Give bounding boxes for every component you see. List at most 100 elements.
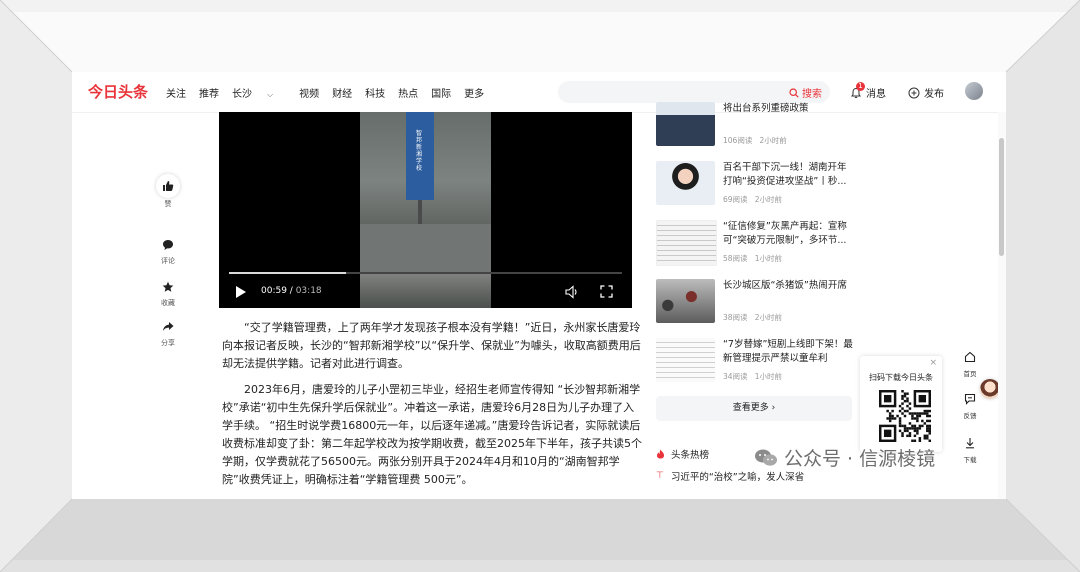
news-thumbnail — [656, 338, 715, 382]
news-meta: 69阅读 2小时前 — [723, 194, 782, 205]
news-meta: 58阅读 1小时前 — [723, 253, 782, 264]
home-icon — [964, 351, 976, 363]
news-title: 将出台系列重磅政策 — [723, 103, 809, 114]
video-progress-bar[interactable] — [229, 272, 622, 274]
news-title: 百名干部下沉一线！湖南开年打响“投资促进攻坚战”丨秒... — [723, 162, 847, 187]
feedback-icon — [964, 393, 976, 405]
scrollbar-thumb[interactable] — [999, 138, 1004, 256]
like-circle — [156, 174, 180, 198]
search-icon — [789, 87, 799, 98]
home-button[interactable]: 首页 — [956, 348, 984, 378]
news-thumbnail — [656, 279, 715, 323]
news-reads: 69阅读 — [723, 195, 748, 204]
nav-item-more[interactable]: 更多 — [464, 85, 484, 100]
nav-item-follow[interactable]: 关注 — [166, 85, 186, 100]
news-thumbnail — [656, 161, 715, 205]
nav-item-finance[interactable]: 财经 — [332, 85, 352, 100]
fullscreen-icon[interactable] — [600, 285, 613, 298]
search-button-label: 搜索 — [802, 89, 822, 100]
search-button[interactable]: 搜索 — [789, 85, 822, 100]
news-time: 2小时前 — [754, 313, 782, 322]
news-time: 2小时前 — [759, 136, 787, 145]
browser-viewport: 今日头条 关注 推荐 长沙 ⌵ 视频 财经 科技 热点 国际 更多 搜索 1 消息 — [72, 72, 1006, 499]
article-paragraph: “交了学籍管理费，上了两年学才发现孩子根本没有学籍！”近日，永州家长唐爱玲向本报… — [222, 321, 641, 370]
download-icon — [966, 438, 974, 449]
news-item[interactable]: 百名干部下沉一线！湖南开年打响“投资促进攻坚战”丨秒... 69阅读 2小时前 — [656, 161, 856, 209]
scrollbar[interactable] — [998, 112, 1006, 499]
play-icon[interactable] — [235, 285, 247, 299]
news-meta: 34阅读 1小时前 — [723, 371, 782, 382]
news-item[interactable]: 将出台系列重磅政策 106阅读 2小时前 — [656, 102, 856, 150]
share-button[interactable]: 分享 — [156, 318, 180, 348]
messages-badge: 1 — [856, 81, 865, 91]
news-meta: 38阅读 2小时前 — [723, 312, 782, 323]
download-button[interactable]: 下载 — [956, 434, 984, 464]
news-title: 长沙城区版“杀猪饭”热闹开席 — [723, 280, 847, 291]
news-reads: 106阅读 — [723, 136, 753, 145]
news-item[interactable]: “7岁替嫁”短剧上线即下架！最新管理提示严禁以童牟利 34阅读 1小时前 — [656, 338, 856, 386]
star-icon — [162, 281, 174, 292]
comment-button[interactable]: 评论 — [156, 236, 180, 266]
like-button[interactable]: 赞 — [156, 174, 180, 209]
sign-pole — [418, 200, 422, 226]
nav-item-international[interactable]: 国际 — [431, 85, 451, 100]
messages-label: 消息 — [866, 89, 886, 100]
comment-label: 评论 — [161, 257, 175, 265]
like-label: 赞 — [164, 200, 172, 208]
top-navigation-bar: 今日头条 关注 推荐 长沙 ⌵ 视频 财经 科技 热点 国际 更多 搜索 1 消息 — [72, 72, 1006, 113]
video-controls: 00:59 / 03:18 — [219, 282, 632, 304]
news-time: 2小时前 — [754, 195, 782, 204]
nav-item-recommend[interactable]: 推荐 — [199, 85, 219, 100]
chevron-down-icon: ⌵ — [267, 90, 274, 99]
watermark-text: 公众号 · 信源棱镜 — [784, 448, 936, 470]
school-sign: 智邦新湘学校 — [406, 112, 434, 200]
chevron-right-icon: › — [771, 403, 776, 413]
favorite-label: 收藏 — [161, 299, 175, 307]
news-title: “7岁替嫁”短剧上线即下架！最新管理提示严禁以童牟利 — [723, 339, 853, 364]
favorite-button[interactable]: 收藏 — [156, 278, 180, 308]
news-time: 1小时前 — [754, 372, 782, 381]
ai-assistant-avatar[interactable] — [980, 379, 1000, 399]
search-input[interactable]: 搜索 — [558, 81, 830, 103]
news-title: “征信修复”灰黑产再起：宣称可“突破万元限制”，多环节... — [723, 221, 847, 246]
flame-icon — [657, 449, 664, 459]
hot-list-title-label: 头条热榜 — [671, 450, 710, 461]
download-label: 下载 — [963, 456, 977, 464]
video-player[interactable]: 智邦新湘学校 00:59 / 03:18 — [219, 112, 632, 308]
school-sign-text: 智邦新湘学校 — [416, 130, 423, 172]
nav-item-hot[interactable]: 热点 — [398, 85, 418, 100]
user-avatar[interactable] — [965, 82, 983, 100]
news-thumbnail — [656, 102, 715, 146]
video-duration: 03:18 — [295, 286, 322, 296]
share-label: 分享 — [161, 339, 175, 347]
road — [360, 224, 491, 272]
channel-nav: 关注 推荐 长沙 ⌵ 视频 财经 科技 热点 国际 更多 — [166, 85, 497, 100]
qr-code-image — [879, 390, 931, 442]
news-reads: 34阅读 — [723, 372, 748, 381]
news-item[interactable]: 长沙城区版“杀猪饭”热闹开席 38阅读 2小时前 — [656, 279, 856, 327]
qr-download-popup: × 扫码下载今日头条 — [860, 356, 942, 452]
messages-button[interactable]: 1 消息 — [850, 81, 886, 100]
pin-icon: ⊤ — [656, 471, 664, 481]
publish-button[interactable]: 发布 — [908, 85, 944, 100]
view-more-label: 查看更多 — [732, 403, 769, 413]
article-paragraph: 2023年6月，唐爱玲的儿子小罡初三毕业，经招生老师宣传得知 “长沙智邦新湘学校… — [222, 383, 642, 486]
nav-item-tech[interactable]: 科技 — [365, 85, 385, 100]
feedback-button[interactable]: 反馈 — [956, 390, 984, 420]
volume-icon[interactable] — [565, 285, 579, 299]
news-time: 1小时前 — [754, 254, 782, 263]
hot-list-item-label: 习近平的“治校”之喻，发人深省 — [670, 472, 805, 483]
comment-icon — [163, 240, 173, 250]
news-item[interactable]: “征信修复”灰黑产再起：宣称可“突破万元限制”，多环节... 58阅读 1小时前 — [656, 220, 856, 268]
close-icon[interactable]: × — [929, 358, 937, 368]
nav-item-video[interactable]: 视频 — [299, 85, 319, 100]
hot-list-item[interactable]: ⊤ 习近平的“治校”之喻，发人深省 — [656, 469, 856, 483]
site-logo[interactable]: 今日头条 — [88, 81, 148, 102]
wechat-watermark: 公众号 · 信源棱镜 — [754, 444, 935, 471]
nav-item-city[interactable]: 长沙 ⌵ — [232, 85, 286, 100]
view-more-button[interactable]: 查看更多 › — [656, 396, 852, 421]
feedback-label: 反馈 — [963, 412, 977, 420]
video-frame: 智邦新湘学校 — [360, 112, 491, 308]
news-thumbnail — [656, 220, 717, 266]
news-reads: 38阅读 — [723, 313, 748, 322]
